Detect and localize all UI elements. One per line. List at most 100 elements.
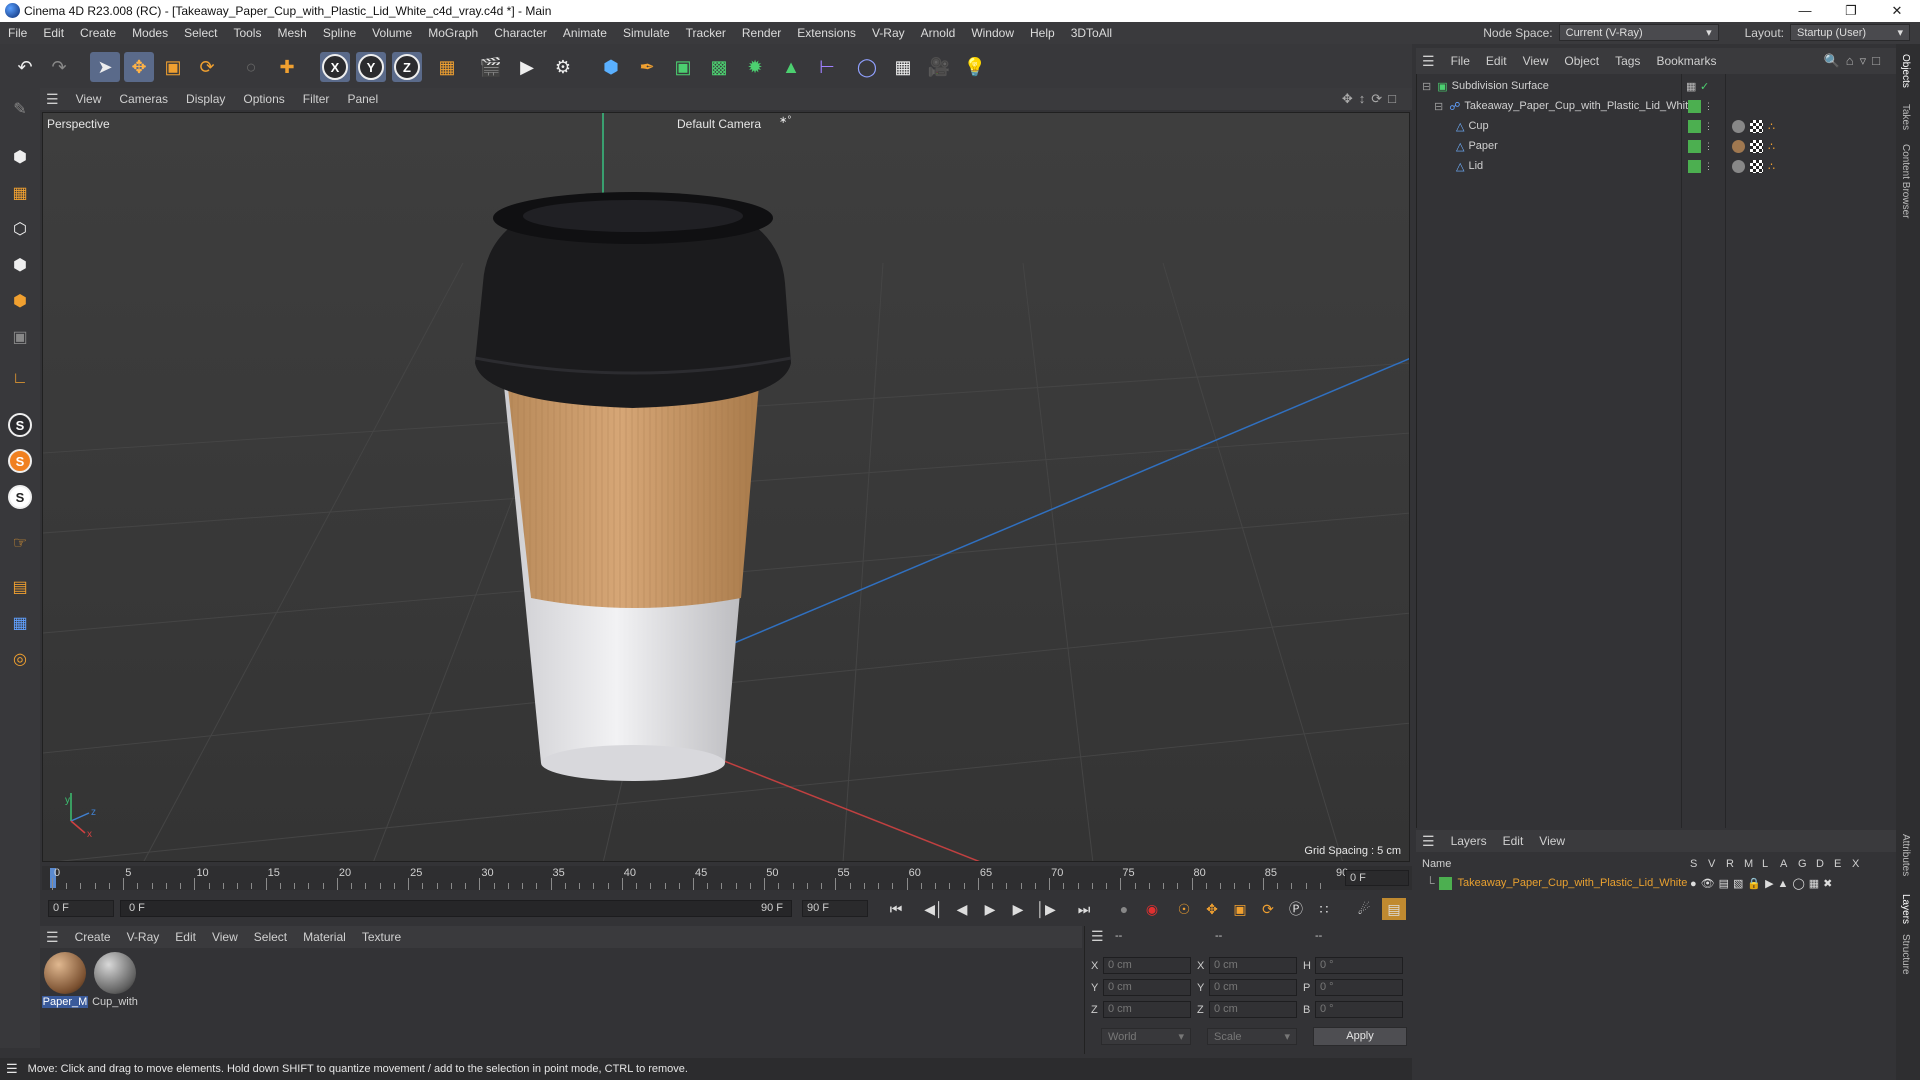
material-tag-icon[interactable]	[1732, 119, 1745, 133]
mograph-icon[interactable]: ▲	[776, 52, 806, 82]
make-editable-icon[interactable]: ✎	[5, 94, 35, 124]
position-y-field[interactable]: 0 cm	[1103, 979, 1191, 996]
move-tool-icon[interactable]: ✥	[124, 52, 154, 82]
next-key-icon[interactable]: │▶	[1034, 898, 1058, 920]
viewport-menu-panel[interactable]: Panel	[338, 92, 387, 106]
polygons-mode-icon[interactable]: ⬢	[5, 286, 35, 316]
uvw-tag-icon[interactable]	[1750, 119, 1763, 133]
object-menu-file[interactable]: File	[1443, 54, 1478, 68]
vray-tag-icon[interactable]: ∴	[1768, 160, 1775, 173]
menu-edit[interactable]: Edit	[35, 26, 72, 40]
key-position-icon[interactable]: ✥	[1200, 898, 1224, 920]
menu-character[interactable]: Character	[486, 26, 555, 40]
render-settings-icon[interactable]: ⚙	[548, 52, 578, 82]
render-view-icon[interactable]: 🎬	[476, 52, 506, 82]
axis-mode-icon[interactable]: ∟	[5, 364, 35, 394]
next-frame-icon[interactable]: ▶	[1006, 898, 1030, 920]
layer-row[interactable]: └ Takeaway_Paper_Cup_with_Plastic_Lid_Wh…	[1416, 874, 1896, 892]
solo-icon[interactable]: ◎	[5, 644, 35, 674]
hamburger-icon[interactable]: ☰	[40, 929, 67, 946]
object-menu-view[interactable]: View	[1515, 54, 1557, 68]
key-pla-icon[interactable]: ∷	[1312, 898, 1336, 920]
workplane-icon[interactable]: ▤	[5, 572, 35, 602]
pen-spline-icon[interactable]: ✒	[632, 52, 662, 82]
position-x-field[interactable]: 0 cm	[1103, 957, 1191, 974]
layer-column-header[interactable]: E	[1834, 858, 1841, 870]
layout-dropdown[interactable]: Startup (User) ▾	[1790, 24, 1910, 41]
layer-color-icon[interactable]	[1438, 876, 1452, 890]
previous-key-icon[interactable]: ◀│	[922, 898, 946, 920]
menu-mesh[interactable]: Mesh	[269, 26, 314, 40]
layer-column-header[interactable]: L	[1762, 858, 1768, 870]
scale-tool-icon[interactable]: ▣	[158, 52, 188, 82]
size-x-field[interactable]: 0 cm	[1209, 957, 1297, 974]
tab-structure[interactable]: Structure	[1900, 934, 1911, 975]
layer-column-header[interactable]: V	[1708, 858, 1715, 870]
menu-tools[interactable]: Tools	[225, 26, 269, 40]
menu-spline[interactable]: Spline	[315, 26, 364, 40]
material-menu-select[interactable]: Select	[246, 930, 295, 944]
minimize-icon[interactable]: —	[1782, 0, 1828, 22]
layer-column-header[interactable]: G	[1798, 858, 1807, 870]
create-tool-icon[interactable]: ✚	[272, 52, 302, 82]
texture-mode-icon[interactable]: ▦	[5, 178, 35, 208]
coordinate-system-icon[interactable]: ▦	[432, 52, 462, 82]
material-tag-icon[interactable]	[1732, 159, 1745, 173]
redo-icon[interactable]: ↷	[44, 52, 74, 82]
material-menu-vray[interactable]: V-Ray	[119, 930, 168, 944]
material-menu-view[interactable]: View	[204, 930, 246, 944]
material-swatch[interactable]: Cup_with	[92, 952, 138, 1008]
layer-column-header[interactable]: S	[1690, 858, 1697, 870]
layer-menu-layers[interactable]: Layers	[1443, 834, 1495, 848]
start-frame-field[interactable]: 0 F	[48, 900, 114, 917]
object-menu-edit[interactable]: Edit	[1478, 54, 1515, 68]
viewport-menu-filter[interactable]: Filter	[294, 92, 339, 106]
menu-simulate[interactable]: Simulate	[615, 26, 678, 40]
snap-settings-icon[interactable]: S	[5, 446, 35, 476]
render-picture-viewer-icon[interactable]: ▶	[512, 52, 542, 82]
visibility-dots-icon[interactable]: ⋮	[1704, 141, 1713, 152]
live-selection-icon[interactable]: ○	[236, 52, 266, 82]
menu-modes[interactable]: Modes	[124, 26, 176, 40]
vray-tag-icon[interactable]: ∴	[1768, 140, 1775, 153]
cube-object-icon[interactable]: ⬢	[596, 52, 626, 82]
material-swatch[interactable]: Paper_M	[42, 952, 88, 1008]
current-frame-field[interactable]: 0 F	[1345, 870, 1409, 886]
vray-tag-icon[interactable]: ∴	[1768, 120, 1775, 133]
node-space-dropdown[interactable]: Current (V-Ray) ▾	[1558, 24, 1719, 41]
viewport-menu-view[interactable]: View	[67, 92, 111, 106]
menu-extensions[interactable]: Extensions	[789, 26, 864, 40]
viewport-menu-display[interactable]: Display	[177, 92, 234, 106]
snap-icon[interactable]: S	[5, 410, 35, 440]
viewport-navigation-icons[interactable]: ✥↕⟳□	[1342, 91, 1402, 107]
position-z-field[interactable]: 0 cm	[1103, 1001, 1191, 1018]
key-rotation-icon[interactable]: ⟳	[1256, 898, 1280, 920]
close-icon[interactable]: ✕	[1874, 0, 1920, 22]
tab-takes[interactable]: Takes	[1900, 104, 1911, 130]
tab-layers[interactable]: Layers	[1900, 894, 1911, 924]
collapse-icon[interactable]: ⊟	[1434, 100, 1443, 113]
visibility-dots-icon[interactable]: ⋮	[1704, 161, 1713, 172]
tab-content-browser[interactable]: Content Browser	[1900, 144, 1911, 218]
layer-column-header[interactable]: M	[1744, 858, 1753, 870]
hamburger-icon[interactable]: ☰	[1416, 53, 1443, 70]
menu-mograph[interactable]: MoGraph	[420, 26, 486, 40]
menu-vray[interactable]: V-Ray	[864, 26, 913, 40]
object-menu-object[interactable]: Object	[1556, 54, 1607, 68]
tab-objects[interactable]: Objects	[1900, 54, 1911, 88]
viewport-menu-cameras[interactable]: Cameras	[110, 92, 177, 106]
object-row-paper[interactable]: △ Paper ⋮ ∴	[1416, 136, 1896, 156]
previous-frame-icon[interactable]: ◀	[950, 898, 974, 920]
subdivision-surface-icon[interactable]: ▣	[668, 52, 698, 82]
field-icon[interactable]: ◯	[852, 52, 882, 82]
menu-file[interactable]: File	[0, 26, 35, 40]
menu-3dtoall[interactable]: 3DToAll	[1063, 26, 1120, 40]
menu-window[interactable]: Window	[963, 26, 1022, 40]
end-frame-field[interactable]: 90 F	[802, 900, 868, 917]
material-menu-edit[interactable]: Edit	[167, 930, 204, 944]
key-parameter-icon[interactable]: Ⓟ	[1284, 898, 1308, 920]
layer-menu-view[interactable]: View	[1531, 834, 1573, 848]
record-keys-icon[interactable]: ●	[1112, 898, 1136, 920]
camera-icon[interactable]: 🎥	[924, 52, 954, 82]
material-tag-icon[interactable]	[1732, 139, 1745, 153]
